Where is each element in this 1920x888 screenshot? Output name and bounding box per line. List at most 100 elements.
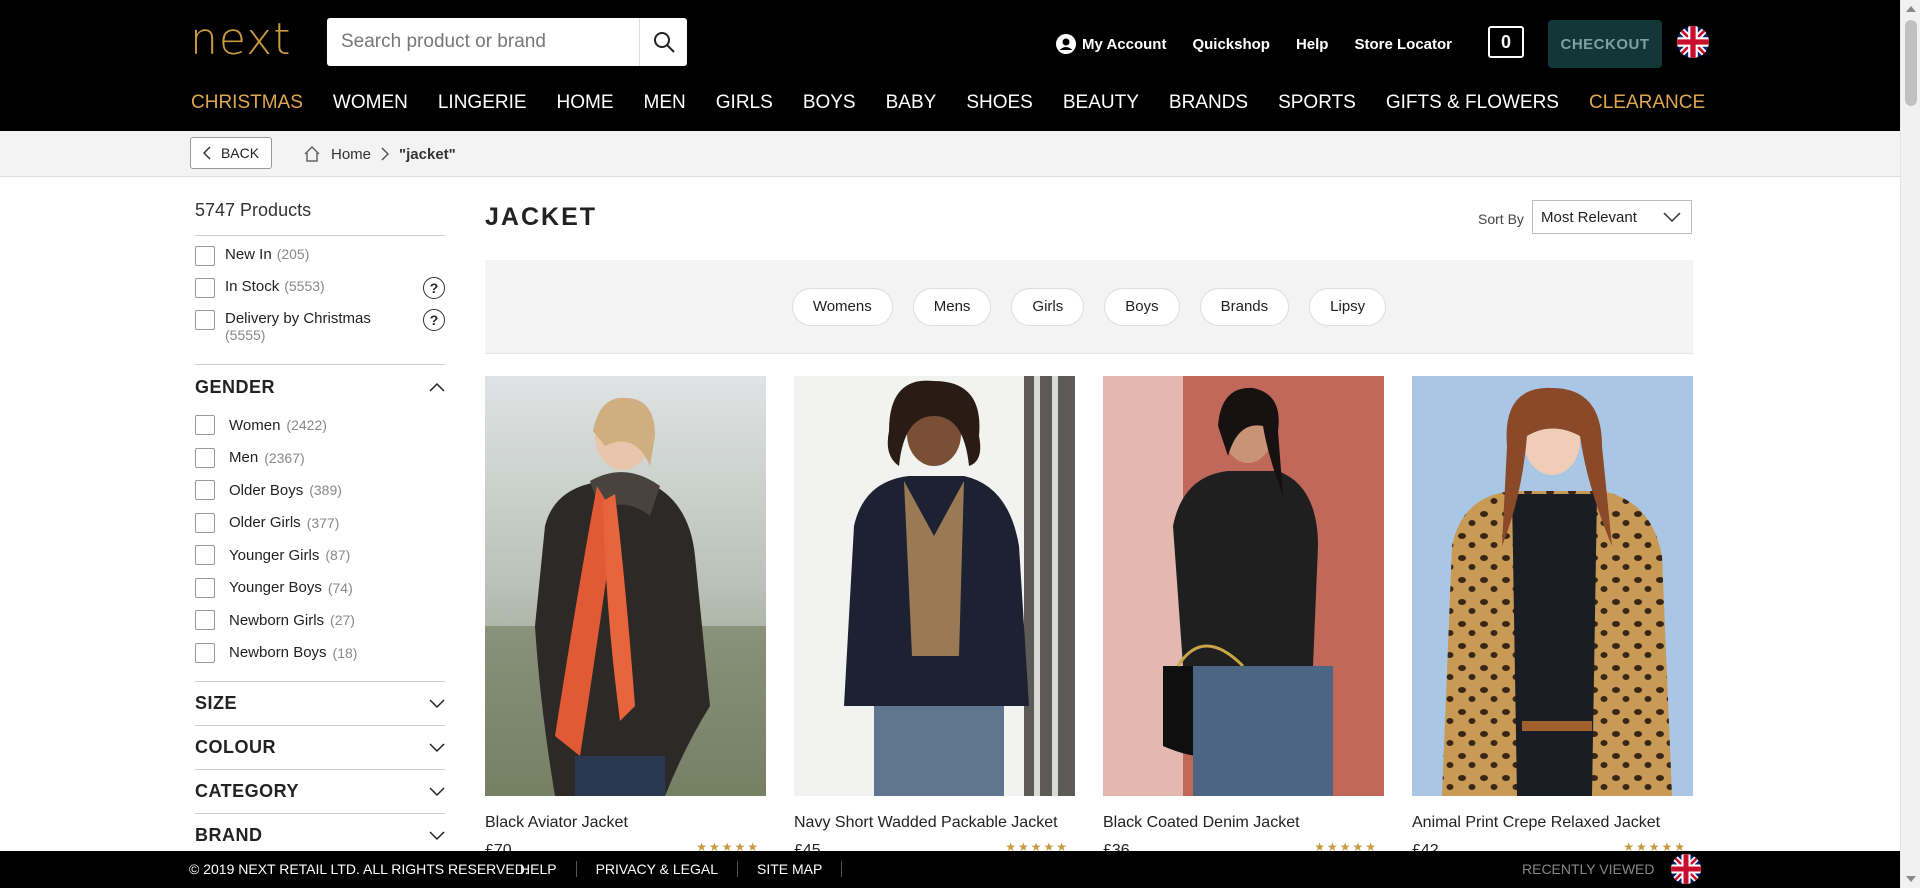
product-name[interactable]: Black Aviator Jacket (485, 814, 766, 832)
checkbox[interactable] (195, 415, 215, 436)
gender-group-header[interactable]: GENDER (195, 365, 445, 409)
product-name[interactable]: Animal Print Crepe Relaxed Jacket (1412, 814, 1693, 832)
copyright-text: © 2019 NEXT RETAIL LTD. ALL RIGHTS RESER… (189, 861, 529, 877)
sort-select[interactable]: Most Relevant (1532, 200, 1692, 234)
checkbox[interactable] (195, 610, 215, 631)
uk-flag-icon[interactable] (1677, 26, 1709, 58)
nav-clearance[interactable]: CLEARANCE (1589, 92, 1705, 114)
filter-new-in[interactable]: New In (205) (195, 246, 445, 278)
product-card[interactable]: Black Coated Denim Jacket £36 ★★★★★ (1103, 376, 1384, 860)
nav-lingerie[interactable]: LINGERIE (438, 92, 527, 114)
checkbox[interactable] (195, 545, 215, 566)
chevron-left-icon (202, 146, 211, 160)
size-group-header[interactable]: SIZE (195, 681, 445, 725)
next-logo[interactable]: next (190, 18, 291, 62)
checkout-button[interactable]: CHECKOUT (1548, 20, 1662, 68)
chip-brands[interactable]: Brands (1199, 287, 1290, 326)
nav-christmas[interactable]: CHRISTMAS (191, 92, 303, 114)
filter-label: Men (229, 449, 259, 467)
checkbox[interactable] (195, 642, 215, 663)
product-card[interactable]: Animal Print Crepe Relaxed Jacket £42 ★★… (1412, 376, 1693, 860)
chip-mens[interactable]: Mens (912, 287, 992, 326)
filter-in-stock[interactable]: In Stock (5553) ? (195, 277, 445, 310)
nav-men[interactable]: MEN (644, 92, 686, 114)
breadcrumb-home[interactable]: Home (331, 146, 371, 163)
nav-home[interactable]: HOME (557, 92, 614, 114)
filter-count: (18) (332, 644, 358, 661)
nav-brands[interactable]: BRANDS (1169, 92, 1248, 114)
checkbox[interactable] (195, 447, 215, 468)
nav-shoes[interactable]: SHOES (966, 92, 1033, 114)
chevron-down-icon (429, 698, 445, 708)
scroll-thumb[interactable] (1905, 20, 1917, 106)
search-button[interactable] (639, 18, 687, 66)
search-input[interactable] (327, 18, 639, 66)
nav-girls[interactable]: GIRLS (716, 92, 773, 114)
category-group-header[interactable]: CATEGORY (195, 769, 445, 813)
gender-older-boys[interactable]: Older Boys (389) (195, 474, 445, 507)
checkbox[interactable] (195, 278, 215, 298)
product-image[interactable] (485, 376, 766, 796)
chip-womens[interactable]: Womens (791, 287, 893, 326)
nav-gifts-flowers[interactable]: GIFTS & FLOWERS (1386, 92, 1559, 114)
account-icon (1056, 34, 1076, 54)
footer-help-link[interactable]: HELP (504, 861, 577, 877)
nav-baby[interactable]: BABY (886, 92, 937, 114)
filter-delivery-by-christmas[interactable]: Delivery by Christmas (5555) ? (195, 309, 445, 360)
shopping-bag-button[interactable]: 0 (1488, 26, 1524, 58)
filter-label: Women (229, 416, 281, 434)
scroll-up-arrow[interactable] (1906, 6, 1916, 12)
recently-viewed-link[interactable]: RECENTLY VIEWED (1522, 861, 1655, 877)
nav-sports[interactable]: SPORTS (1278, 92, 1356, 114)
product-name[interactable]: Navy Short Wadded Packable Jacket (794, 814, 1075, 832)
product-image[interactable] (794, 376, 1075, 796)
filter-count: (205) (276, 246, 310, 262)
filter-label: Newborn Boys (229, 644, 327, 662)
product-image[interactable] (1103, 376, 1384, 796)
category-chips: Womens Mens Girls Boys Brands Lipsy (485, 260, 1693, 354)
chip-girls[interactable]: Girls (1011, 287, 1085, 326)
checkbox[interactable] (195, 480, 215, 501)
chip-boys[interactable]: Boys (1104, 287, 1180, 326)
colour-group-header[interactable]: COLOUR (195, 725, 445, 769)
quickshop-link[interactable]: Quickshop (1192, 36, 1270, 53)
nav-women[interactable]: WOMEN (333, 92, 408, 114)
gender-older-girls[interactable]: Older Girls (377) (195, 507, 445, 540)
checkbox[interactable] (195, 310, 215, 330)
question-icon[interactable]: ? (423, 277, 445, 299)
gender-men[interactable]: Men (2367) (195, 442, 445, 475)
back-button[interactable]: BACK (190, 137, 272, 169)
nav-boys[interactable]: BOYS (803, 92, 856, 114)
filter-label-group: Delivery by Christmas (5555) (225, 310, 371, 343)
home-icon[interactable] (303, 145, 321, 163)
breadcrumb-current: "jacket" (399, 145, 456, 163)
product-card[interactable]: Navy Short Wadded Packable Jacket £45 ★★… (794, 376, 1075, 860)
nav-beauty[interactable]: BEAUTY (1063, 92, 1139, 114)
checkbox[interactable] (195, 512, 215, 533)
question-icon[interactable]: ? (423, 309, 445, 331)
footer-privacy-link[interactable]: PRIVACY & LEGAL (577, 861, 739, 877)
product-card[interactable]: Black Aviator Jacket £70 ★★★★★ (485, 376, 766, 860)
checkbox[interactable] (195, 577, 215, 598)
gender-younger-girls[interactable]: Younger Girls (87) (195, 539, 445, 572)
uk-flag-icon[interactable] (1671, 854, 1701, 884)
store-locator-link[interactable]: Store Locator (1354, 36, 1452, 53)
gender-women[interactable]: Women (2422) (195, 409, 445, 442)
gender-newborn-boys[interactable]: Newborn Boys (18) (195, 637, 445, 670)
gender-newborn-girls[interactable]: Newborn Girls (27) (195, 604, 445, 637)
product-name[interactable]: Black Coated Denim Jacket (1103, 814, 1384, 832)
help-link[interactable]: Help (1296, 36, 1329, 53)
gender-younger-boys[interactable]: Younger Boys (74) (195, 572, 445, 605)
sort-value: Most Relevant (1541, 208, 1637, 226)
checkbox[interactable] (195, 246, 215, 266)
footer-links: HELP PRIVACY & LEGAL SITE MAP (504, 861, 843, 877)
main-nav: CHRISTMAS WOMEN LINGERIE HOME MEN GIRLS … (191, 92, 1735, 114)
footer-sitemap-link[interactable]: SITE MAP (738, 861, 843, 877)
chip-lipsy[interactable]: Lipsy (1309, 287, 1387, 326)
my-account-link[interactable]: My Account (1056, 34, 1166, 54)
product-grid: Black Aviator Jacket £70 ★★★★★ Navy Shor… (485, 376, 1693, 860)
page-scrollbar[interactable] (1900, 0, 1920, 888)
scroll-down-arrow[interactable] (1906, 876, 1916, 882)
filter-sidebar: 5747 Products New In (205) In Stock (555… (195, 200, 445, 857)
product-image[interactable] (1412, 376, 1693, 796)
